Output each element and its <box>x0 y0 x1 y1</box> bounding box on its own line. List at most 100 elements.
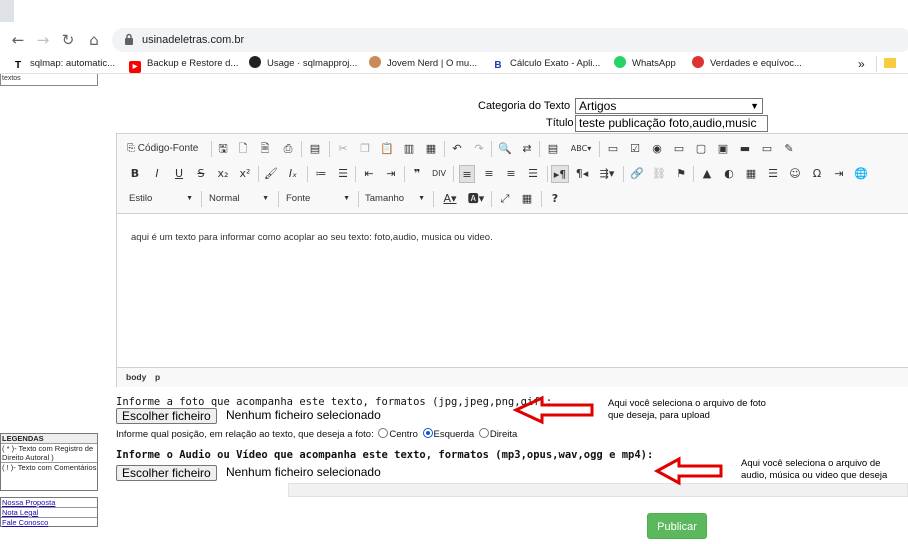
anchor-flag-icon[interactable]: ⚑ <box>673 165 689 183</box>
lock-icon[interactable] <box>122 33 136 47</box>
spellcheck-icon[interactable]: ABC▾ <box>569 140 593 158</box>
subscript-icon[interactable]: x₂ <box>215 165 231 183</box>
home-icon[interactable]: ⌂ <box>84 30 104 50</box>
replace-icon[interactable]: ⇄ <box>519 140 535 158</box>
editor-content[interactable]: aqui é um texto para informar como acopl… <box>131 232 493 243</box>
size-combo[interactable]: Tamanho ▼ <box>365 190 429 208</box>
copy-format-icon[interactable]: 🖌 <box>263 165 279 183</box>
styles-combo[interactable]: Estilo ▼ <box>129 190 197 208</box>
copy-icon[interactable]: ❐ <box>357 140 373 158</box>
link-nossa-proposta[interactable]: Nossa Proposta <box>1 498 97 508</box>
blockquote-icon[interactable]: ❞ <box>409 165 425 183</box>
save-icon[interactable]: 🖫 <box>215 140 231 158</box>
bookmark-verdades[interactable]: Verdades e equívoc... <box>692 56 802 72</box>
toolbar-separator <box>404 166 405 182</box>
ltr-icon[interactable]: ▸¶ <box>551 165 569 183</box>
radio-centro[interactable] <box>378 428 389 438</box>
bookmark-whatsapp[interactable]: WhatsApp <box>614 56 676 72</box>
tab-strip <box>0 0 14 22</box>
hidden-field-icon[interactable]: ✎ <box>781 140 797 158</box>
image-icon[interactable]: ▲ <box>699 165 715 183</box>
radio-esquerda[interactable] <box>422 428 433 438</box>
folder-icon[interactable] <box>884 58 896 68</box>
smiley-icon[interactable]: ☺ <box>787 165 803 183</box>
path-body[interactable]: body <box>126 372 146 382</box>
bookmarks-more-icon[interactable]: » <box>858 56 865 72</box>
find-icon[interactable]: 🔍 <box>497 140 513 158</box>
strikethrough-icon[interactable]: S <box>193 165 209 183</box>
bookmark-sqlmap[interactable]: Tsqlmap: automatic... <box>12 56 115 72</box>
button-field-icon[interactable]: ▬ <box>737 140 753 158</box>
textarea-icon[interactable]: ▢ <box>693 140 709 158</box>
link-icon[interactable]: 🔗 <box>629 165 645 183</box>
undo-icon[interactable]: ↶ <box>449 140 465 158</box>
link-nota-legal[interactable]: Nota Legal <box>1 508 97 518</box>
format-combo[interactable]: Normal ▼ <box>209 190 273 208</box>
text-color-icon[interactable]: A▾ <box>439 190 461 208</box>
select-field-icon[interactable]: ▣ <box>715 140 731 158</box>
link-fale-conosco[interactable]: Fale Conosco <box>1 518 97 527</box>
superscript-icon[interactable]: x² <box>237 165 253 183</box>
outdent-icon[interactable]: ⇤ <box>361 165 377 183</box>
align-left-icon[interactable]: ≡ <box>459 165 475 183</box>
font-combo[interactable]: Fonte ▼ <box>286 190 354 208</box>
remove-format-icon[interactable]: Iₓ <box>285 165 301 183</box>
print-icon[interactable]: ⎙ <box>280 140 296 158</box>
div-container-icon[interactable]: DIV <box>431 165 447 183</box>
paste-word-icon[interactable]: ▦ <box>423 140 439 158</box>
numbered-list-icon[interactable]: ≔ <box>313 165 329 183</box>
bookmark-backup[interactable]: ▶ Backup e Restore d... <box>129 56 238 73</box>
underline-icon[interactable]: U <box>171 165 187 183</box>
bookmark-calculo[interactable]: B Cálculo Exato - Apli... <box>492 56 600 72</box>
audio-file-button[interactable]: Escolher ficheiro <box>116 465 217 481</box>
radio-direita[interactable] <box>478 428 489 438</box>
redo-icon[interactable]: ↷ <box>471 140 487 158</box>
align-center-icon[interactable]: ≡ <box>481 165 497 183</box>
unlink-icon[interactable]: ⛓ <box>651 165 667 183</box>
paste-text-icon[interactable]: ▥ <box>401 140 417 158</box>
templates-icon[interactable]: ▤ <box>307 140 323 158</box>
source-button[interactable]: ⎘ Código-Fonte <box>127 140 217 158</box>
reload-icon[interactable]: ↻ <box>58 30 78 50</box>
address-bar[interactable]: usinadeletras.com.br <box>112 28 908 52</box>
iframe-icon[interactable]: 🌐 <box>853 165 869 183</box>
preview-icon[interactable]: 🗎 <box>257 140 273 158</box>
indent-icon[interactable]: ⇥ <box>383 165 399 183</box>
titulo-input[interactable]: teste publicação foto,audio,music <box>575 115 768 132</box>
help-icon[interactable]: ? <box>547 190 563 208</box>
bookmark-jovemnerd[interactable]: Jovem Nerd | O mu... <box>369 56 477 72</box>
horizontal-line-icon[interactable]: ☰ <box>765 165 781 183</box>
select-all-icon[interactable]: ▤ <box>545 140 561 158</box>
categoria-select[interactable]: Artigos ▼ <box>575 98 763 114</box>
publicar-button[interactable]: Publicar <box>647 513 707 539</box>
table-icon[interactable]: ▦ <box>743 165 759 183</box>
back-arrow-icon[interactable]: ← <box>8 30 28 50</box>
show-blocks-icon[interactable]: ▦ <box>519 190 535 208</box>
bookmark-usage[interactable]: Usage · sqlmapproj... <box>249 56 357 72</box>
titulo-label: Título <box>546 117 574 129</box>
textfield-icon[interactable]: ▭ <box>671 140 687 158</box>
rtl-icon[interactable]: ¶◂ <box>573 165 591 183</box>
bg-color-icon[interactable]: 🅰▾ <box>465 190 487 208</box>
page-break-icon[interactable]: ⇥ <box>831 165 847 183</box>
language-icon[interactable]: ⇶▾ <box>595 165 619 183</box>
paste-icon[interactable]: 📋 <box>379 140 395 158</box>
maximize-icon[interactable]: ⤢ <box>497 190 513 208</box>
new-page-icon[interactable]: 🗋 <box>235 140 251 158</box>
image-button-icon[interactable]: ▭ <box>759 140 775 158</box>
foto-file-button[interactable]: Escolher ficheiro <box>116 408 217 424</box>
bold-icon[interactable]: B <box>127 165 143 183</box>
bulleted-list-icon[interactable]: ☰ <box>335 165 351 183</box>
flash-icon[interactable]: ◐ <box>721 165 737 183</box>
align-justify-icon[interactable]: ☰ <box>525 165 541 183</box>
cut-icon[interactable]: ✂ <box>335 140 351 158</box>
align-right-icon[interactable]: ≡ <box>503 165 519 183</box>
path-p[interactable]: p <box>155 372 160 382</box>
checkbox-icon[interactable]: ☑ <box>627 140 643 158</box>
form-icon[interactable]: ▭ <box>605 140 621 158</box>
forward-arrow-icon[interactable]: → <box>33 30 53 50</box>
url-text[interactable]: usinadeletras.com.br <box>142 33 244 47</box>
italic-icon[interactable]: I <box>149 165 165 183</box>
special-char-icon[interactable]: Ω <box>809 165 825 183</box>
radio-icon[interactable]: ◉ <box>649 140 665 158</box>
